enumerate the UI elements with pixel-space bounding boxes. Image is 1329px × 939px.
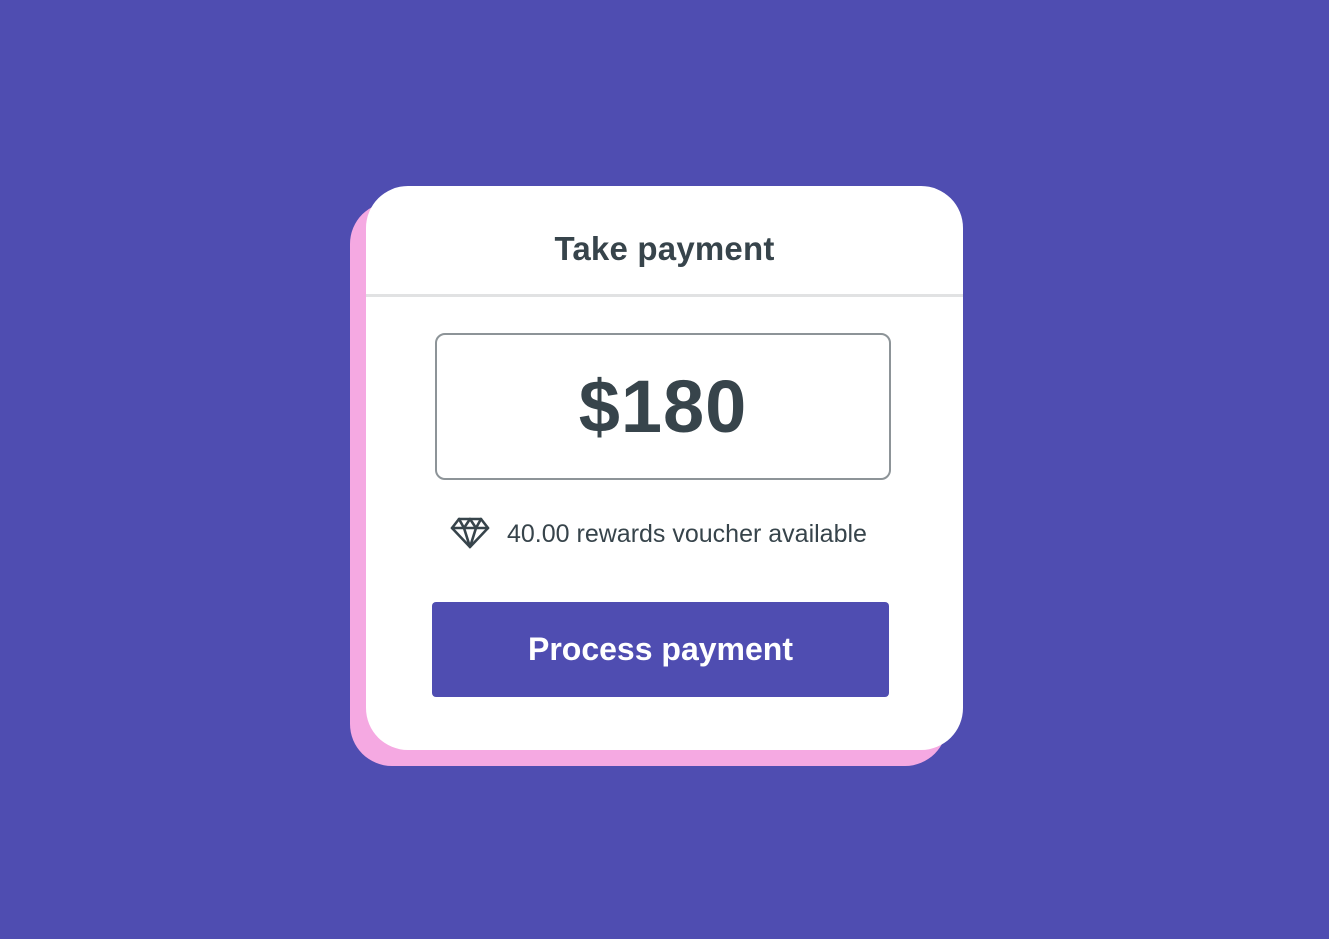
page-background: Take payment $180 40.00 rewards voucher …: [0, 0, 1329, 939]
process-payment-button[interactable]: Process payment: [432, 602, 889, 697]
amount-value: $180: [578, 365, 748, 448]
amount-field[interactable]: $180: [435, 333, 891, 480]
card-title: Take payment: [554, 230, 775, 267]
rewards-voucher-text: 40.00 rewards voucher available: [507, 520, 867, 548]
card-header: Take payment: [366, 186, 963, 297]
rewards-info: 40.00 rewards voucher available: [450, 516, 867, 550]
take-payment-card: Take payment $180 40.00 rewards voucher …: [366, 186, 963, 750]
diamond-icon: [450, 516, 490, 550]
